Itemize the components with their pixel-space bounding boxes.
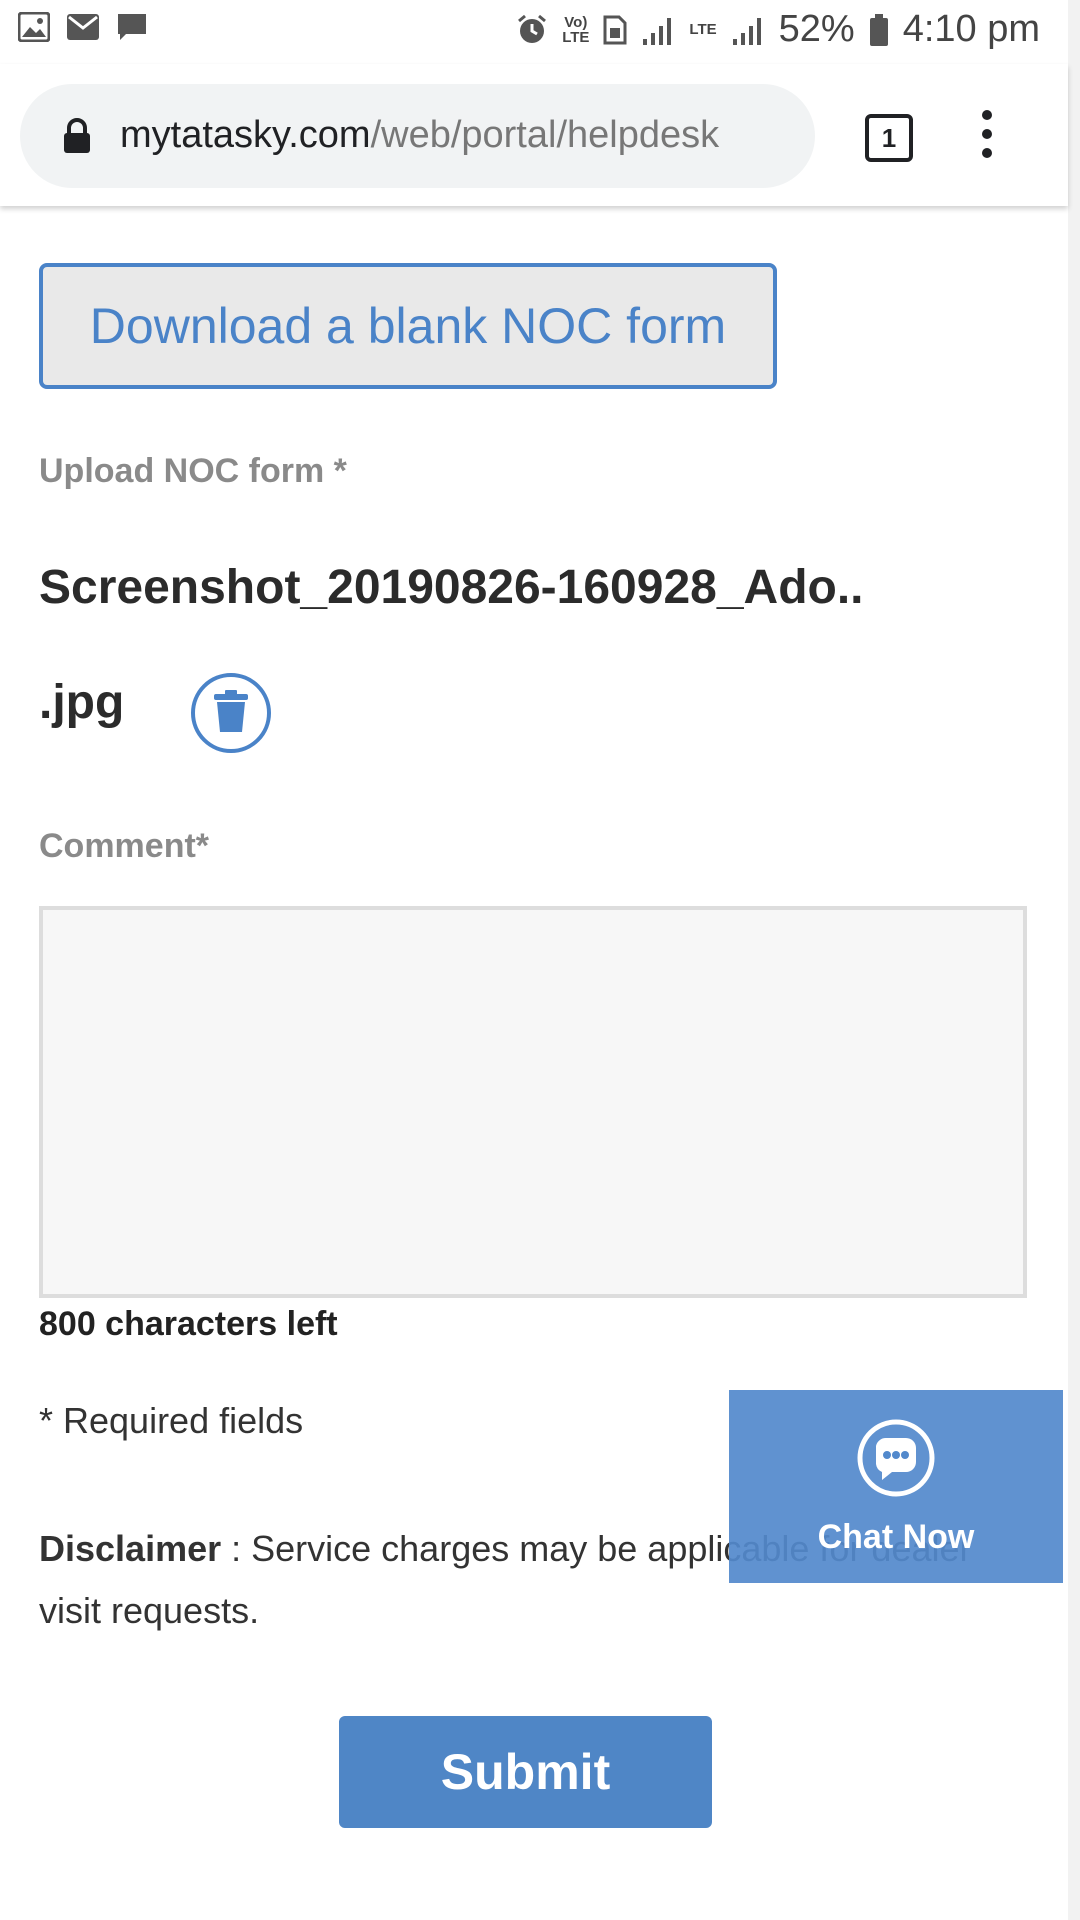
url-path: /web/portal/helpdesk xyxy=(370,114,720,156)
chat-now-label: Chat Now xyxy=(817,1518,975,1556)
lock-icon xyxy=(62,118,92,159)
required-fields-note: * Required fields xyxy=(39,1400,304,1441)
url-text: mytatasky.com/web/portal/helpdesk xyxy=(120,114,719,157)
battery-icon xyxy=(869,13,889,46)
uploaded-file-extension: .jpg xyxy=(39,676,125,729)
comment-textarea[interactable] xyxy=(39,906,1027,1298)
volte-indicator: Vo) LTE xyxy=(562,13,590,46)
signal-icon-1 xyxy=(641,15,675,45)
chat-now-widget[interactable]: Chat Now xyxy=(729,1390,1063,1583)
uploaded-file-name: Screenshot_20190826-160928_Ado.. xyxy=(39,561,864,614)
download-noc-form-button[interactable]: Download a blank NOC form xyxy=(39,263,777,389)
characters-left-counter: 800 characters left xyxy=(39,1305,338,1343)
page-edge xyxy=(1068,0,1080,1920)
battery-percent: 52% xyxy=(778,8,855,50)
overflow-menu-icon[interactable] xyxy=(982,110,994,167)
submit-button[interactable]: Submit xyxy=(339,1716,712,1828)
trash-icon xyxy=(214,689,248,737)
disclaimer-label: Disclaimer xyxy=(39,1528,222,1569)
tab-switcher-button[interactable]: 1 xyxy=(865,114,913,162)
sim-icon xyxy=(603,15,627,45)
browser-toolbar: mytatasky.com/web/portal/helpdesk 1 xyxy=(0,64,1068,206)
email-notification-icon xyxy=(66,12,100,42)
upload-noc-label: Upload NOC form * xyxy=(39,452,347,490)
address-bar[interactable]: mytatasky.com/web/portal/helpdesk xyxy=(20,84,815,188)
status-bar: Vo) LTE LTE 52% 4:10 pm xyxy=(0,0,1080,64)
url-host: mytatasky.com xyxy=(120,114,371,156)
message-notification-icon xyxy=(116,12,148,42)
gallery-notification-icon xyxy=(18,12,50,42)
chat-bubble-icon xyxy=(856,1418,936,1498)
signal-icon-2 xyxy=(731,15,765,45)
clock: 4:10 pm xyxy=(902,8,1040,50)
lte-indicator: LTE xyxy=(689,21,717,38)
comment-label: Comment* xyxy=(39,827,210,865)
delete-file-button[interactable] xyxy=(191,673,271,753)
alarm-icon xyxy=(516,14,548,46)
